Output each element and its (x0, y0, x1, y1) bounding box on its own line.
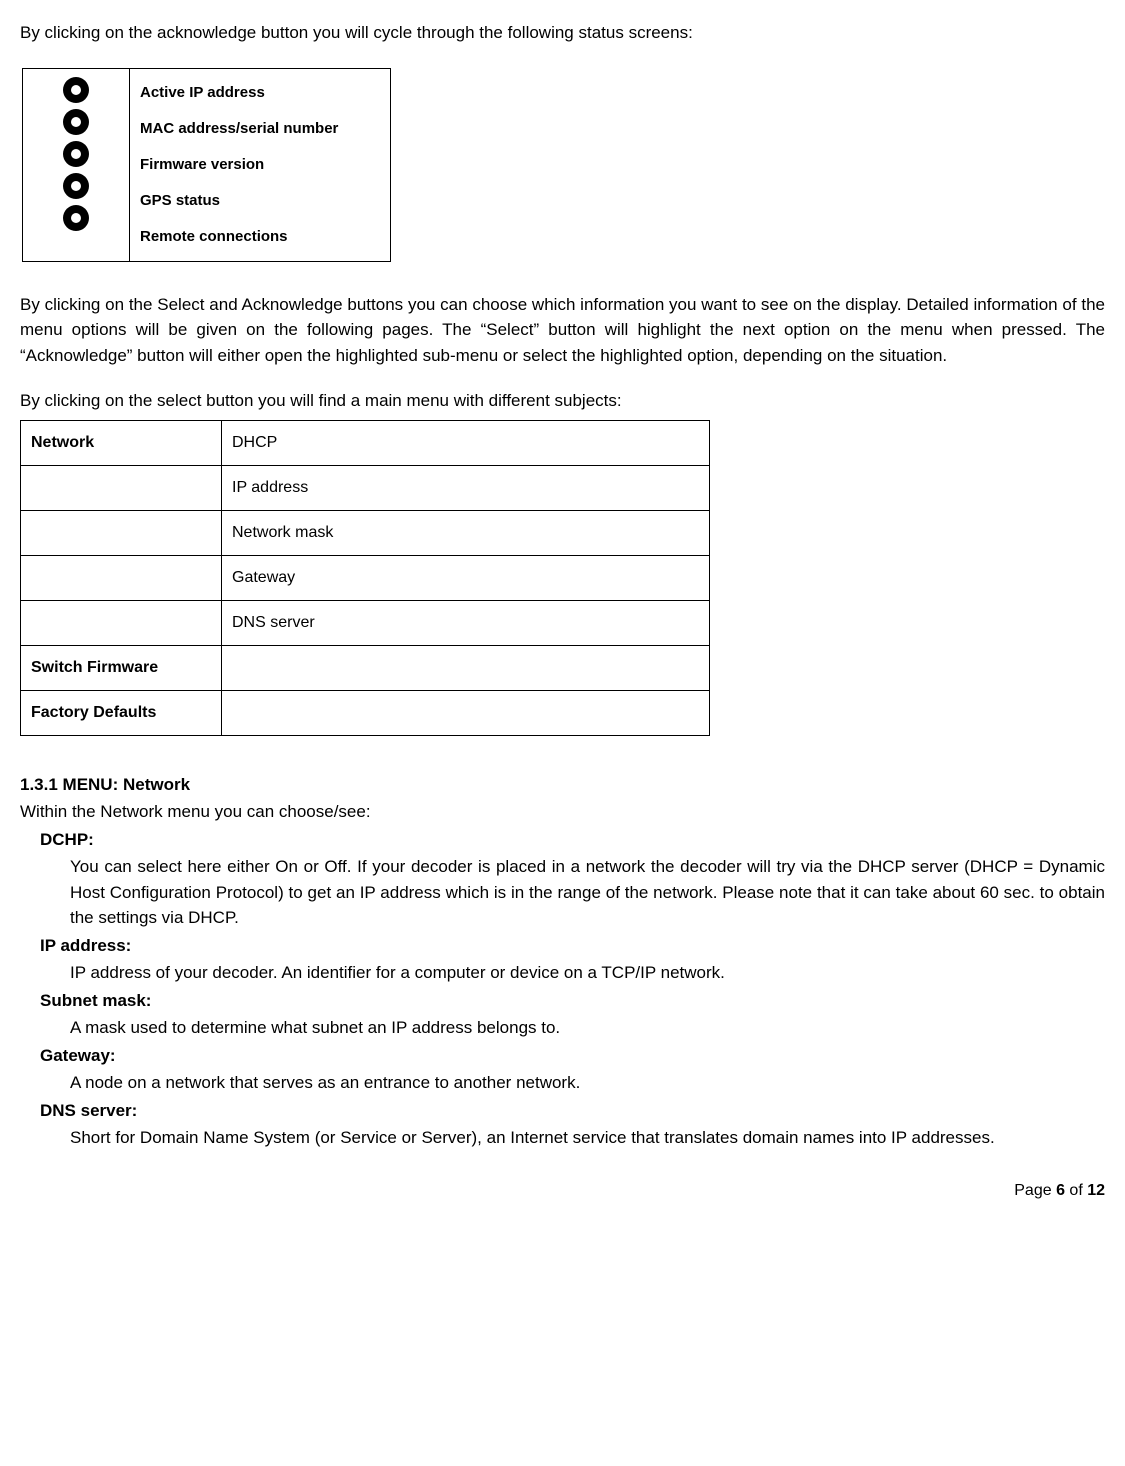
intro-paragraph-1: By clicking on the acknowledge button yo… (20, 20, 1105, 46)
menu-cell (21, 555, 222, 600)
menu-cell (21, 510, 222, 555)
menu-cell (21, 600, 222, 645)
page-current: 6 (1056, 1182, 1065, 1199)
menu-cell: IP address (222, 465, 710, 510)
status-item: MAC address/serial number (140, 111, 380, 147)
def-label-dhcp: DCHP: (40, 827, 1105, 853)
def-text-dhcp: You can select here either On or Off. If… (70, 854, 1105, 931)
status-items-cell: Active IP address MAC address/serial num… (130, 68, 391, 261)
menu-cell (21, 465, 222, 510)
page-mid: of (1065, 1182, 1087, 1199)
def-text-gateway: A node on a network that serves as an en… (70, 1070, 1105, 1096)
dot-icon (63, 141, 89, 167)
menu-cell: Factory Defaults (21, 690, 222, 735)
menu-cell: Network mask (222, 510, 710, 555)
status-item: GPS status (140, 183, 380, 219)
section-intro: Within the Network menu you can choose/s… (20, 799, 1105, 825)
menu-cell: Gateway (222, 555, 710, 600)
menu-cell: DNS server (222, 600, 710, 645)
dot-icon (63, 77, 89, 103)
status-item: Firmware version (140, 147, 380, 183)
def-label-gateway: Gateway: (40, 1043, 1105, 1069)
section-heading: 1.3.1 MENU: Network (20, 772, 1105, 798)
status-screens-table: Active IP address MAC address/serial num… (22, 68, 391, 262)
intro-paragraph-2: By clicking on the Select and Acknowledg… (20, 292, 1105, 369)
page-footer: Page 6 of 12 (20, 1179, 1105, 1203)
def-label-ip: IP address: (40, 933, 1105, 959)
def-text-dns: Short for Domain Name System (or Service… (70, 1125, 1105, 1151)
def-label-subnet: Subnet mask: (40, 988, 1105, 1014)
dot-icon (63, 173, 89, 199)
menu-cell: Network (21, 420, 222, 465)
page-total: 12 (1087, 1182, 1105, 1199)
main-menu-table: NetworkDHCP IP address Network mask Gate… (20, 420, 710, 736)
dot-icon (63, 109, 89, 135)
menu-cell (222, 645, 710, 690)
intro-paragraph-3: By clicking on the select button you wil… (20, 388, 1105, 414)
page-pre: Page (1014, 1182, 1056, 1199)
dot-stack (31, 75, 121, 231)
menu-cell: DHCP (222, 420, 710, 465)
menu-cell: Switch Firmware (21, 645, 222, 690)
def-label-dns: DNS server: (40, 1098, 1105, 1124)
status-item: Active IP address (140, 75, 380, 111)
menu-cell (222, 690, 710, 735)
status-item: Remote connections (140, 219, 380, 255)
def-text-ip: IP address of your decoder. An identifie… (70, 960, 1105, 986)
def-text-subnet: A mask used to determine what subnet an … (70, 1015, 1105, 1041)
status-icon-cell (23, 68, 130, 261)
dot-icon (63, 205, 89, 231)
